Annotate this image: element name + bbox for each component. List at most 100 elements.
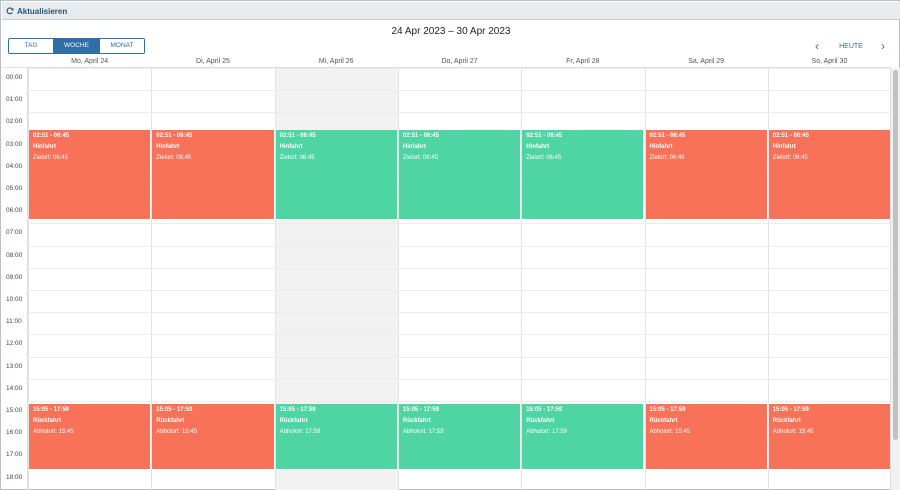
event-detail: Abholort: 17:59 [402, 429, 444, 435]
calendar-window: Aktualisieren 24 Apr 2023 – 30 Apr 2023 … [0, 0, 900, 490]
event-title: Hinfahrt [402, 144, 426, 150]
event-detail: Zielort: 06:45 [279, 155, 315, 161]
page-title: 24 Apr 2023 – 30 Apr 2023 [391, 26, 511, 37]
time-label: 18:00 [6, 473, 23, 481]
event-detail: Abholort: 15:45 [156, 429, 197, 435]
event-title: Rückfahrt [156, 418, 185, 424]
scrollbar-thumb[interactable] [893, 70, 898, 440]
today-button[interactable]: HEUTE [834, 39, 868, 53]
event-time: 02:51 - 06:45 [156, 133, 193, 139]
event-detail: Abholort: 15:45 [649, 429, 691, 435]
tab-day[interactable]: TAG [9, 39, 54, 53]
time-label: 17:00 [6, 451, 23, 459]
time-label: 06:00 [6, 207, 23, 215]
time-label: 01:00 [6, 96, 23, 104]
event-detail: Zielort: 06:45 [33, 155, 69, 161]
calendar-event[interactable]: 15:05 - 17:59 Rückfahrt Abholort: 15:45 [768, 404, 891, 469]
refresh-button[interactable]: Aktualisieren [6, 4, 67, 18]
day-header: Mo, April 24 [71, 58, 109, 65]
calendar-event[interactable]: 15:05 - 17:59 Rückfahrt Abholort: 17:59 [275, 404, 397, 469]
event-detail: Abholort: 15:45 [33, 429, 74, 435]
day-header: Mi, April 26 [318, 58, 354, 65]
event-time: 15:05 - 17:59 [156, 407, 193, 413]
event-title: Hinfahrt [526, 144, 550, 150]
hour-row-line [28, 378, 890, 380]
calendar-event[interactable]: 15:05 - 17:59 Rückfahrt Abholort: 15:45 [29, 404, 151, 469]
calendar-event[interactable]: 02:51 - 06:45 Hinfahrt Zielort: 06:45 [29, 130, 151, 219]
time-label: 00:00 [6, 74, 23, 81]
event-time: 15:05 - 17:59 [33, 407, 70, 413]
hour-row-line [28, 112, 890, 114]
toolbar: Aktualisieren [2, 2, 900, 20]
event-detail: Zielort: 06:45 [402, 155, 438, 161]
calendar-event[interactable]: 15:05 - 17:59 Rückfahrt Abholort: 17:59 [398, 404, 521, 469]
time-label: 03:00 [6, 140, 23, 148]
event-time: 02:51 - 06:45 [772, 133, 809, 139]
hour-row-line [28, 401, 890, 402]
day-header: Di, April 25 [196, 58, 230, 65]
time-label: 11:00 [6, 318, 22, 326]
event-time: 02:51 - 06:45 [649, 133, 686, 139]
view-switcher: TAG WOCHE MONAT [8, 38, 145, 54]
event-time: 02:51 - 06:45 [526, 133, 563, 139]
time-label: 04:00 [6, 162, 23, 170]
calendar-event[interactable]: 02:51 - 06:45 Hinfahrt Zielort: 06:45 [768, 130, 891, 219]
hour-row-line [28, 356, 890, 358]
event-title: Hinfahrt [156, 144, 180, 150]
tab-month[interactable]: MONAT [100, 39, 144, 53]
event-title: Hinfahrt [33, 144, 56, 150]
calendar-event[interactable]: 02:51 - 06:45 Hinfahrt Zielort: 06:45 [152, 130, 274, 219]
time-label: 15:00 [6, 407, 23, 414]
prev-week-button[interactable]: ‹ [811, 39, 823, 53]
event-title: Rückfahrt [402, 418, 431, 424]
event-time: 02:51 - 06:45 [33, 133, 70, 139]
event-title: Rückfahrt [649, 418, 678, 424]
hour-row-line [28, 68, 890, 69]
calendar-event[interactable]: 02:51 - 06:45 Hinfahrt Zielort: 06:45 [645, 130, 767, 219]
refresh-label: Aktualisieren [17, 6, 68, 16]
event-detail: Zielort: 06:45 [526, 155, 562, 161]
time-label: 02:00 [6, 118, 23, 126]
calendar-event[interactable]: 02:51 - 06:45 Hinfahrt Zielort: 06:45 [275, 130, 397, 219]
event-time: 02:51 - 06:45 [402, 133, 439, 139]
time-label: 05:00 [6, 185, 23, 192]
hour-row-line [28, 290, 890, 291]
refresh-icon [6, 7, 14, 15]
event-title: Hinfahrt [649, 144, 673, 150]
next-week-button[interactable]: › [877, 39, 889, 53]
hour-row-line [28, 245, 890, 247]
event-detail: Abholort: 17:59 [279, 429, 321, 435]
event-title: Rückfahrt [772, 418, 801, 424]
day-header: Do, April 27 [441, 58, 478, 65]
calendar-event[interactable]: 15:05 - 17:59 Rückfahrt Abholort: 15:45 [645, 404, 767, 469]
event-time: 02:51 - 06:45 [279, 133, 316, 139]
hour-row-line [28, 267, 890, 269]
time-label: 13:00 [6, 362, 23, 370]
calendar-event[interactable]: 02:51 - 06:45 Hinfahrt Zielort: 06:45 [398, 130, 521, 219]
day-header: Fr, April 28 [566, 58, 600, 65]
time-column: 00:00 01:00 02:00 03:00 04:00 05:00 06:00 07:00… [2, 68, 28, 490]
tab-week[interactable]: WOCHE [54, 39, 100, 53]
event-time: 15:05 - 17:59 [279, 407, 316, 413]
time-label: 08:00 [6, 251, 23, 259]
event-title: Rückfahrt [526, 418, 555, 424]
time-label: 09:00 [6, 273, 23, 281]
event-title: Rückfahrt [33, 418, 62, 424]
event-time: 15:05 - 17:59 [649, 407, 686, 413]
event-title: Hinfahrt [772, 144, 796, 150]
event-detail: Zielort: 06:45 [649, 155, 685, 161]
event-detail: Abholort: 15:45 [772, 429, 814, 435]
week-grid: 00:00 01:00 02:00 03:00 04:00 05:00 06:00 07:00… [2, 56, 900, 490]
hour-row-line [28, 312, 890, 314]
calendar-event[interactable]: 02:51 - 06:45 Hinfahrt Zielort: 06:45 [522, 130, 644, 219]
vertical-scrollbar[interactable] [890, 68, 900, 490]
event-title: Hinfahrt [279, 144, 303, 150]
event-detail: Zielort: 06:45 [772, 155, 808, 161]
event-time: 15:05 - 17:59 [402, 407, 439, 413]
time-label: 07:00 [6, 229, 23, 237]
calendar-event[interactable]: 15:05 - 17:59 Rückfahrt Abholort: 15:45 [152, 404, 274, 469]
event-time: 15:05 - 17:59 [772, 407, 809, 413]
calendar-event[interactable]: 15:05 - 17:59 Rückfahrt Abholort: 17:59 [522, 404, 644, 469]
event-detail: Abholort: 17:59 [526, 429, 567, 435]
hour-row-line [28, 223, 890, 225]
